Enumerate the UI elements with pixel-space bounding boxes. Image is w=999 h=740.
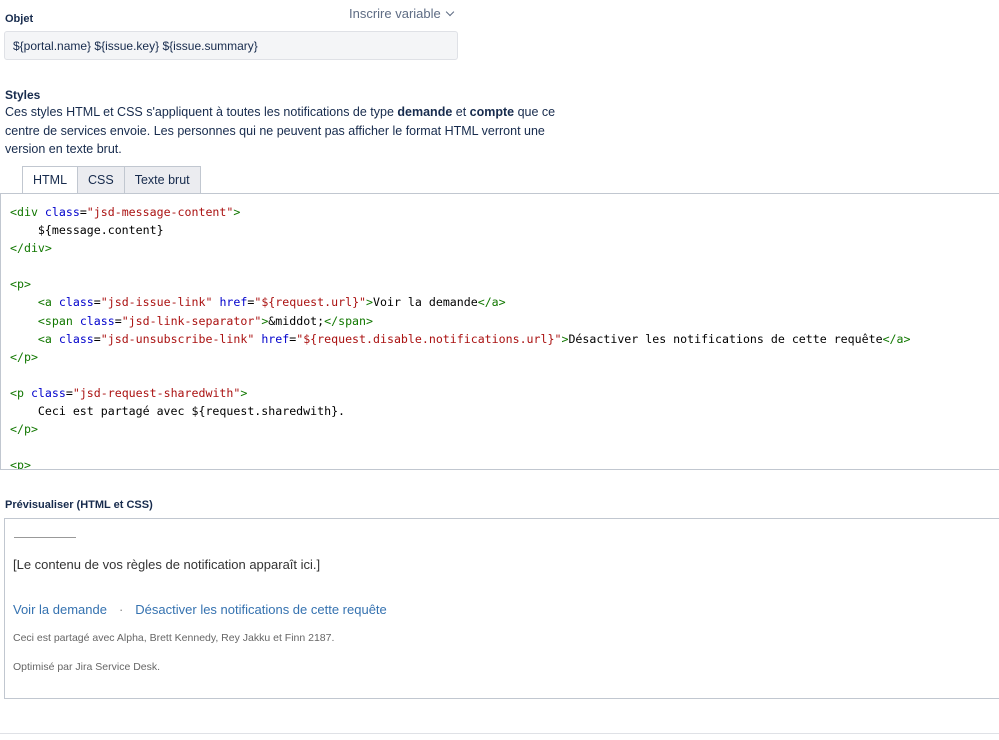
code-line: Ceci est partagé avec ${request.sharedwi…	[10, 404, 346, 419]
code-content: <div class="jsd-message-content"> ${mess…	[10, 203, 999, 470]
code-editor[interactable]: <div class="jsd-message-content"> ${mess…	[0, 193, 999, 470]
link-separator: ·	[118, 602, 124, 617]
tab-css[interactable]: CSS	[78, 166, 125, 194]
code-line: <p class="jsd-request-sharedwith">	[10, 385, 248, 400]
code-line: <div class="jsd-message-content">	[10, 205, 241, 219]
powered-by-text: Optimisé par Jira Service Desk.	[13, 661, 161, 673]
styles-desc-bold-2: compte	[469, 105, 515, 119]
divider	[0, 733, 999, 734]
preview-divider	[14, 537, 76, 538]
preview-label: Prévisualiser (HTML et CSS)	[5, 499, 153, 511]
insert-variable-dropdown[interactable]: Inscrire variable	[349, 6, 455, 21]
code-line: <a class="jsd-unsubscribe-link" href="${…	[37, 331, 911, 346]
styles-desc-text-1: Ces styles HTML et CSS s'appliquent à to…	[5, 105, 398, 119]
tab-html[interactable]: HTML	[22, 166, 79, 194]
chevron-down-icon	[445, 7, 455, 17]
code-line: <p>	[10, 458, 31, 470]
code-line: </p>	[10, 422, 38, 437]
styles-desc-text-2: et	[452, 105, 470, 119]
code-line: </p>	[10, 349, 38, 364]
insert-variable-label: Inscrire variable	[349, 6, 441, 21]
subject-label: Objet	[5, 13, 34, 25]
code-line: <a class="jsd-issue-link" href="${reques…	[37, 295, 506, 310]
preview-panel: [Le contenu de vos règles de notificatio…	[4, 518, 999, 699]
view-request-link[interactable]: Voir la demande	[13, 602, 107, 617]
code-line: <span class="jsd-link-separator">&middot…	[37, 313, 374, 328]
code-line: </div>	[10, 241, 52, 256]
code-line: ${message.content}	[10, 223, 164, 238]
preview-links: Voir la demande · Désactiver les notific…	[13, 602, 387, 617]
styles-description: Ces styles HTML et CSS s'appliquent à to…	[5, 103, 565, 159]
preview-content-placeholder: [Le contenu de vos règles de notificatio…	[13, 557, 321, 572]
editor-tabs: HTML CSS Texte brut	[22, 166, 201, 194]
subject-input[interactable]: ${portal.name} ${issue.key} ${issue.summ…	[4, 31, 458, 60]
shared-with-text: Ceci est partagé avec Alpha, Brett Kenne…	[13, 632, 335, 644]
tab-plain-text[interactable]: Texte brut	[124, 166, 201, 194]
styles-desc-bold-1: demande	[397, 105, 453, 119]
code-line: <p>	[10, 277, 31, 292]
styles-heading: Styles	[5, 88, 41, 102]
unsubscribe-link[interactable]: Désactiver les notifications de cette re…	[135, 602, 386, 617]
